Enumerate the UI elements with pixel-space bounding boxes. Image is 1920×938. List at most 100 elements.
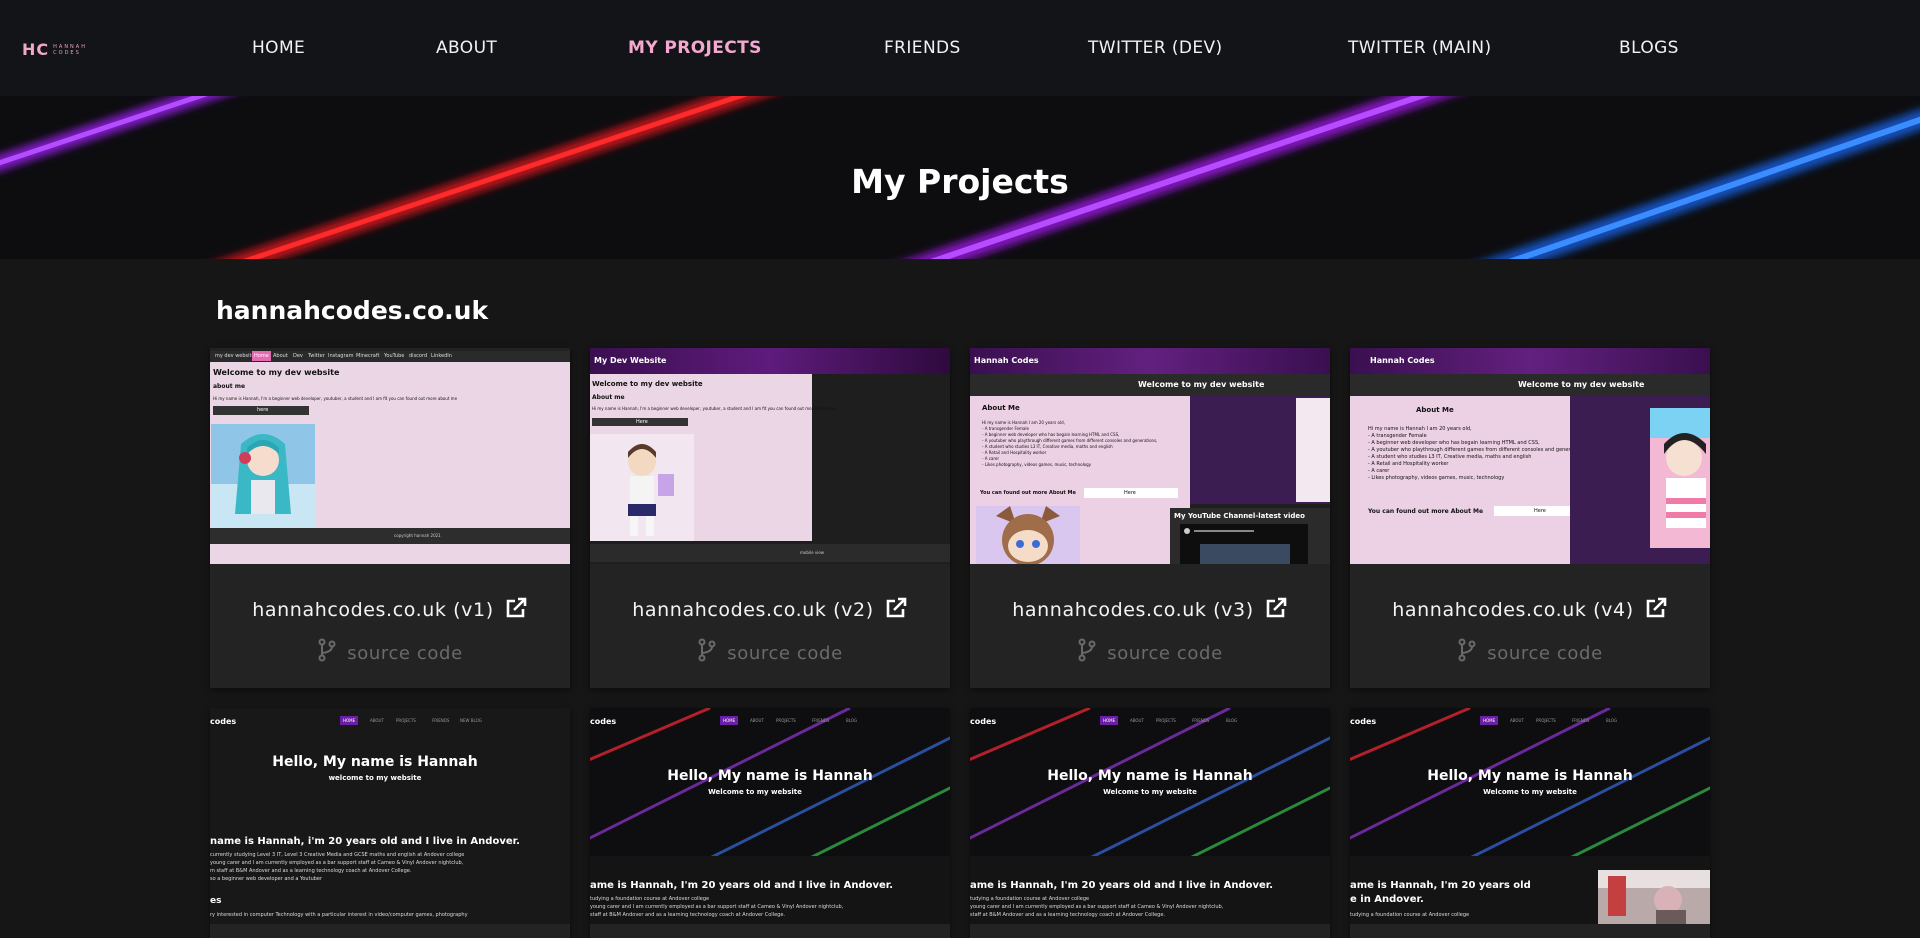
- preview-nav-item: About: [273, 353, 288, 359]
- preview-body-line: so a beginner web developer and a Youtub…: [210, 876, 323, 882]
- project-preview-v4: Hannah Codes Welcome to my dev website A…: [1350, 348, 1710, 564]
- external-link-icon: [886, 597, 907, 618]
- project-preview-v1: my dev website Home About Dev Twitter In…: [210, 348, 570, 564]
- nav-friends[interactable]: FRIENDS: [884, 38, 961, 58]
- preview-heading: About Me: [982, 404, 1020, 412]
- project-card-v3: Hannah Codes Welcome to my dev website A…: [970, 348, 1330, 688]
- preview-cta: You can found out more About Me: [980, 490, 1076, 496]
- preview-header-title: Hannah Codes: [1370, 356, 1435, 365]
- preview-button: Here: [1084, 488, 1178, 498]
- top-navigation: HC HANNAH CODES HOME ABOUT MY PROJECTS F…: [0, 0, 1920, 96]
- source-code-link-v4[interactable]: source code: [1350, 638, 1710, 664]
- preview-subheading: about me: [213, 383, 246, 390]
- preview-footer: copyright hannah 2021: [210, 528, 570, 544]
- preview-heading: Hello, My name is Hannah: [667, 768, 873, 784]
- nav-twitter-main[interactable]: TWITTER (MAIN): [1348, 38, 1492, 58]
- project-link-v2[interactable]: hannahcodes.co.uk (v2): [590, 596, 950, 621]
- external-link-icon: [1646, 597, 1667, 618]
- preview-header: My Dev Website: [590, 348, 950, 374]
- site-logo[interactable]: HC HANNAH CODES: [22, 40, 87, 59]
- preview-heading: Welcome to my dev website: [592, 380, 703, 388]
- preview-video-player: [1180, 524, 1308, 564]
- preview-nav-item: ABOUT: [750, 718, 764, 723]
- nav-twitter-dev[interactable]: TWITTER (DEV): [1088, 38, 1223, 58]
- preview-subheading: Welcome to my website: [1103, 788, 1197, 796]
- preview-footer-text: copyright hannah 2021: [394, 533, 441, 538]
- cat-character-illustration: [976, 506, 1080, 564]
- nav-blogs[interactable]: BLOGS: [1619, 38, 1679, 58]
- video-thumbnail: [1200, 544, 1290, 564]
- preview-nav-item: FRIENDS: [812, 718, 830, 723]
- preview-nav-item: LinkedIn: [431, 353, 452, 359]
- preview-body: Hi my name is Hannah, I'm a beginner web…: [213, 396, 458, 401]
- source-code-link-v1[interactable]: source code: [210, 638, 570, 664]
- preview-button-label: here: [257, 407, 269, 413]
- preview-line: Hi my name is Hannah I am 20 years old,: [982, 420, 1065, 425]
- page-title: My Projects: [851, 162, 1069, 201]
- preview-nav-item: NEW BLOG: [460, 718, 482, 723]
- preview-body-line: young carer and I am currently employed …: [210, 860, 464, 866]
- project-link-v4[interactable]: hannahcodes.co.uk (v4): [1350, 596, 1710, 621]
- preview-line: - A Retail and Hospitality worker: [1368, 461, 1449, 467]
- preview-button-label: Here: [1534, 508, 1546, 514]
- preview-banner-text: Welcome to my dev website: [1138, 380, 1265, 389]
- source-code-link-v2[interactable]: source code: [590, 638, 950, 664]
- preview-side-image: [1296, 398, 1330, 502]
- project-card-row2-1: codes HOME ABOUT PROJECTS FRIENDS NEW BL…: [210, 708, 570, 938]
- project-link-label: hannahcodes.co.uk (v4): [1392, 599, 1634, 621]
- preview-nav-item: Dev: [293, 353, 303, 359]
- preview-section-heading: es: [210, 896, 222, 906]
- card-footer-strip: [1350, 924, 1710, 938]
- preview-line: - A carer: [982, 456, 1000, 461]
- source-code-label: source code: [727, 643, 843, 664]
- preview-nav-item: HOME: [720, 716, 739, 725]
- hero-banner: My Projects: [0, 96, 1920, 259]
- preview-about: About Me Hi my name is Hannah I am 20 ye…: [1350, 396, 1587, 564]
- code-branch-icon: [698, 638, 716, 662]
- code-branch-icon: [1078, 638, 1096, 662]
- source-code-link-v3[interactable]: source code: [970, 638, 1330, 664]
- preview-footer: mobile view: [590, 544, 950, 562]
- preview-intro: name is Hannah, i'm 20 years old and I l…: [210, 836, 520, 847]
- preview-line: - A student who studies L3 IT, Creative …: [1368, 454, 1532, 460]
- preview-line: - A student who studies L3 IT, Creative …: [982, 444, 1113, 449]
- project-preview-v2: My Dev Website Welcome to my dev website…: [590, 348, 950, 564]
- project-preview-row2-2: codes HOME ABOUT PROJECTS FRIENDS BLOG H…: [590, 708, 950, 938]
- video-avatar-icon: [1184, 528, 1190, 534]
- preview-nav-item: PROJECTS: [1536, 718, 1556, 723]
- project-preview-row2-3: codes HOME ABOUT PROJECTS FRIENDS BLOG H…: [970, 708, 1330, 938]
- preview-nav-item: PROJECTS: [776, 718, 796, 723]
- preview-nav-item: BLOG: [1226, 718, 1238, 723]
- project-link-v1[interactable]: hannahcodes.co.uk (v1): [210, 596, 570, 621]
- project-link-label: hannahcodes.co.uk (v2): [632, 599, 874, 621]
- external-link-icon: [1266, 597, 1287, 618]
- preview-nav-item: PROJECTS: [1156, 718, 1176, 723]
- preview-nav-item: HOME: [1100, 716, 1119, 725]
- preview-line: - A carer: [1368, 468, 1390, 474]
- preview-nav-item: ABOUT: [1130, 718, 1144, 723]
- preview-body-line: young carer and I am currently employed …: [970, 904, 1224, 910]
- preview-heading: Hello, My name is Hannah: [1427, 768, 1633, 784]
- nav-home[interactable]: HOME: [252, 38, 305, 58]
- preview-brand: codes: [970, 717, 997, 726]
- preview-nav-item: FRIENDS: [432, 718, 450, 723]
- project-link-label: hannahcodes.co.uk (v1): [252, 599, 494, 621]
- preview-intro: ame is Hannah, I'm 20 years old: [1350, 880, 1531, 891]
- project-preview-row2-4: codes HOME ABOUT PROJECTS FRIENDS BLOG H…: [1350, 708, 1710, 938]
- preview-body-line: currently studying Level 3 IT, Level 3 C…: [210, 852, 465, 858]
- preview-subheading: Welcome to my website: [1483, 788, 1577, 796]
- preview-heading: About Me: [1416, 406, 1454, 414]
- preview-nav: my dev website Home About Dev Twitter In…: [210, 351, 570, 362]
- preview-subheading: About me: [592, 394, 625, 401]
- preview-video-title: My YouTube Channel-latest video: [1174, 512, 1305, 520]
- nav-my-projects[interactable]: MY PROJECTS: [628, 38, 762, 58]
- nav-about[interactable]: ABOUT: [436, 38, 497, 58]
- preview-line: - A youtuber who playthrough different g…: [1368, 447, 1588, 453]
- photo-thumbnail: [1598, 870, 1710, 924]
- project-card-row2-2: codes HOME ABOUT PROJECTS FRIENDS BLOG H…: [590, 708, 950, 938]
- preview-brand: codes: [210, 717, 237, 726]
- preview-intro: ame is Hannah, I'm 20 years old and I li…: [590, 880, 894, 891]
- project-card-row2-4: codes HOME ABOUT PROJECTS FRIENDS BLOG H…: [1350, 708, 1710, 938]
- project-link-v3[interactable]: hannahcodes.co.uk (v3): [970, 596, 1330, 621]
- project-link-label: hannahcodes.co.uk (v3): [1012, 599, 1254, 621]
